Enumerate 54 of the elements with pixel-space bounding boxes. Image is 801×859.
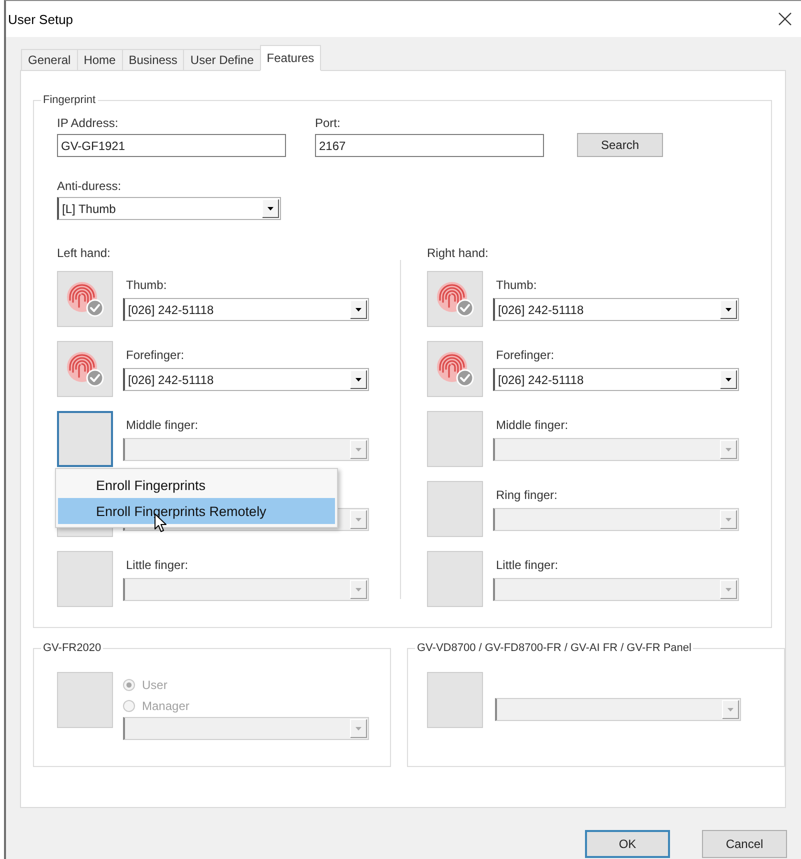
- caret-icon: [350, 370, 367, 389]
- finger-label: Little finger:: [496, 558, 560, 572]
- finger-label: Little finger:: [126, 558, 190, 572]
- finger-dropdown[interactable]: [026] 242-51118: [123, 368, 369, 391]
- finger-label: Forefinger:: [126, 348, 186, 362]
- fingerprint-check-icon: [435, 280, 475, 318]
- window-title: User Setup: [8, 12, 74, 26]
- finger-label: Forefinger:: [496, 348, 556, 362]
- caret-icon: [350, 440, 367, 459]
- fingerprint-tile[interactable]: [427, 271, 483, 327]
- caret-icon: [720, 440, 737, 459]
- dialog-button[interactable]: Cancel: [702, 830, 787, 858]
- caret-icon: [720, 370, 737, 389]
- finger-dropdown[interactable]: [026] 242-51118: [123, 298, 369, 321]
- caret-icon: [350, 510, 367, 529]
- caret-icon: [720, 300, 737, 319]
- ip-address-field[interactable]: GV-GF1921: [57, 134, 286, 157]
- search-button[interactable]: Search: [577, 133, 663, 157]
- caret-icon: [350, 300, 367, 319]
- finger-label: Thumb:: [126, 278, 168, 292]
- field-label: Port:: [315, 116, 342, 130]
- finger-label: Middle finger:: [126, 418, 200, 432]
- caret-icon: [720, 580, 737, 599]
- image-tile[interactable]: [57, 672, 113, 728]
- caret-icon: [722, 700, 739, 719]
- fingerprint-check-icon: [435, 350, 475, 388]
- caret-icon: [350, 719, 367, 738]
- finger-label: Ring finger:: [496, 488, 558, 502]
- port-field[interactable]: 2167: [315, 134, 544, 157]
- hand-label: Left hand:: [57, 246, 112, 260]
- fingerprint-check-icon: [65, 350, 105, 388]
- dialog-button[interactable]: OK: [585, 830, 670, 858]
- image-tile[interactable]: [427, 672, 483, 728]
- field-label: Anti-duress:: [57, 179, 122, 193]
- finger-label: Middle finger:: [496, 418, 570, 432]
- group-title: Fingerprint: [42, 94, 97, 107]
- fingerprint-tile[interactable]: [57, 271, 113, 327]
- anti-duress-dropdown[interactable]: [L] Thumb: [57, 197, 281, 220]
- caret-icon: [262, 199, 279, 218]
- finger-label: Thumb:: [496, 278, 538, 292]
- group-title: GV-FR2020: [42, 642, 102, 655]
- tab[interactable]: General: [21, 49, 78, 71]
- caret-icon: [720, 510, 737, 529]
- finger-dropdown[interactable]: [026] 242-51118: [493, 368, 739, 391]
- field-label: IP Address:: [57, 116, 120, 130]
- close-icon[interactable]: [778, 12, 792, 26]
- caret-icon: [350, 580, 367, 599]
- fingerprint-tile[interactable]: [427, 341, 483, 397]
- tab[interactable]: Features: [260, 45, 322, 71]
- fingerprint-check-icon: [65, 280, 105, 318]
- group-title: GV-VD8700 / GV-FD8700-FR / GV-AI FR / GV-FR Panel: [416, 642, 692, 655]
- hand-label: Right hand:: [427, 246, 490, 260]
- fingerprint-tile[interactable]: [57, 341, 113, 397]
- finger-dropdown[interactable]: [026] 242-51118: [493, 298, 739, 321]
